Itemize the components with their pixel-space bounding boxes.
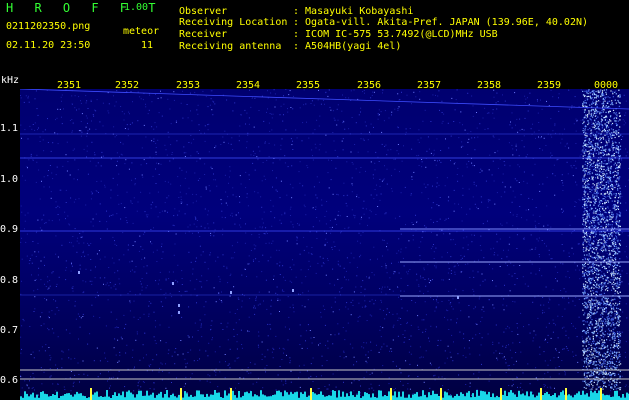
- location-label: Receiving Location: [179, 17, 288, 28]
- receiver-value: : ICOM IC-575 53.7492(@LCD)MHz USB: [293, 29, 498, 40]
- file-name: 0211202350.png: [6, 21, 91, 32]
- location-value: : Ogata-vill. Akita-Pref. JAPAN (139.96E…: [293, 17, 589, 28]
- app-version: 1.00: [124, 2, 149, 13]
- meteor-count: 11: [141, 40, 154, 51]
- frequency-tick: 1.1: [0, 123, 19, 134]
- spectrogram-image: [20, 89, 629, 400]
- frequency-tick: 0.9: [0, 224, 19, 235]
- spectrogram-canvas: [20, 89, 629, 400]
- frequency-tick: 0.6: [0, 375, 19, 386]
- frequency-tick: 1.0: [0, 174, 19, 185]
- y-axis-unit: kHz: [1, 76, 20, 86]
- frequency-tick: 0.7: [0, 325, 19, 336]
- meteor-label: meteor: [123, 26, 160, 37]
- header-panel: H R O F F T 1.00 0211202350.png 02.11.20…: [0, 0, 629, 76]
- antenna-value: : A504HB(yagi 4el): [293, 41, 402, 52]
- spectrogram-panel: kHz 2351 2352 2353 2354 2355 2356 2357 2358 2359…: [0, 76, 629, 400]
- timestamp: 02.11.20 23:50: [6, 40, 91, 51]
- receiver-label: Receiver: [179, 29, 228, 40]
- frequency-tick: 0.8: [0, 275, 19, 286]
- antenna-label: Receiving antenna: [179, 41, 282, 52]
